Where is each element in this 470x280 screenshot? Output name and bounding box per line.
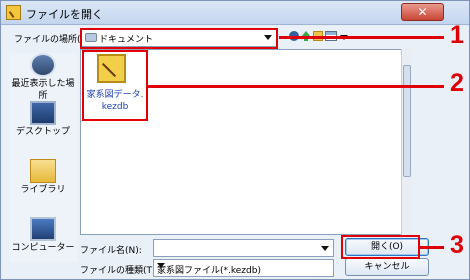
lookin-label: ファイルの場所(I): — [14, 35, 90, 45]
callout-line-1 — [279, 36, 444, 39]
callout-number-1: 1 — [450, 21, 464, 49]
place-label-computer: コンピューター — [11, 243, 75, 253]
scrollbar-thumb[interactable] — [403, 65, 411, 177]
place-recent[interactable]: 最近表示した場所 — [9, 53, 77, 102]
callout-number-2: 2 — [450, 69, 464, 97]
libraries-icon — [30, 159, 56, 183]
place-label-desktop: デスクトップ — [15, 127, 70, 137]
close-button[interactable]: ✕ — [401, 3, 444, 21]
place-computer[interactable]: コンピューター — [9, 217, 77, 254]
computer-icon — [30, 217, 56, 241]
desktop-icon — [30, 101, 56, 125]
place-libraries[interactable]: ライブラリ — [9, 159, 77, 196]
filetype-label: ファイルの種類(T): — [80, 266, 159, 276]
app-icon — [6, 5, 21, 20]
open-file-dialog: ファイルを開く ✕ ファイルの場所(I): ドキュメント 最近表示した場所 デス… — [0, 0, 470, 280]
callout-line-2 — [148, 85, 444, 88]
filetype-select[interactable]: 家系図ファイル(*.kezdb) — [153, 259, 334, 277]
filetype-chevron-down-icon[interactable] — [157, 263, 165, 268]
filetype-value: 家系図ファイル(*.kezdb) — [157, 266, 261, 276]
title-bar[interactable]: ファイルを開く ✕ — [1, 1, 469, 25]
place-desktop[interactable]: デスクトップ — [9, 101, 77, 138]
window-title: ファイルを開く — [26, 8, 103, 21]
filename-input[interactable] — [153, 239, 334, 257]
vertical-scrollbar[interactable] — [401, 49, 412, 235]
recent-places-icon — [30, 53, 56, 77]
place-label-recent: 最近表示した場所 — [11, 79, 75, 101]
callout-box-1 — [80, 28, 278, 49]
callout-line-3 — [420, 246, 444, 249]
cancel-button[interactable]: キャンセル — [345, 258, 429, 276]
callout-box-3 — [341, 235, 420, 259]
filename-label: ファイル名(N): — [80, 246, 142, 256]
callout-number-3: 3 — [450, 231, 464, 259]
place-label-libraries: ライブラリ — [20, 185, 66, 195]
filename-chevron-down-icon[interactable] — [321, 246, 329, 251]
callout-box-2 — [82, 50, 148, 121]
places-bar: 最近表示した場所 デスクトップ ライブラリ コンピューター — [9, 53, 77, 262]
